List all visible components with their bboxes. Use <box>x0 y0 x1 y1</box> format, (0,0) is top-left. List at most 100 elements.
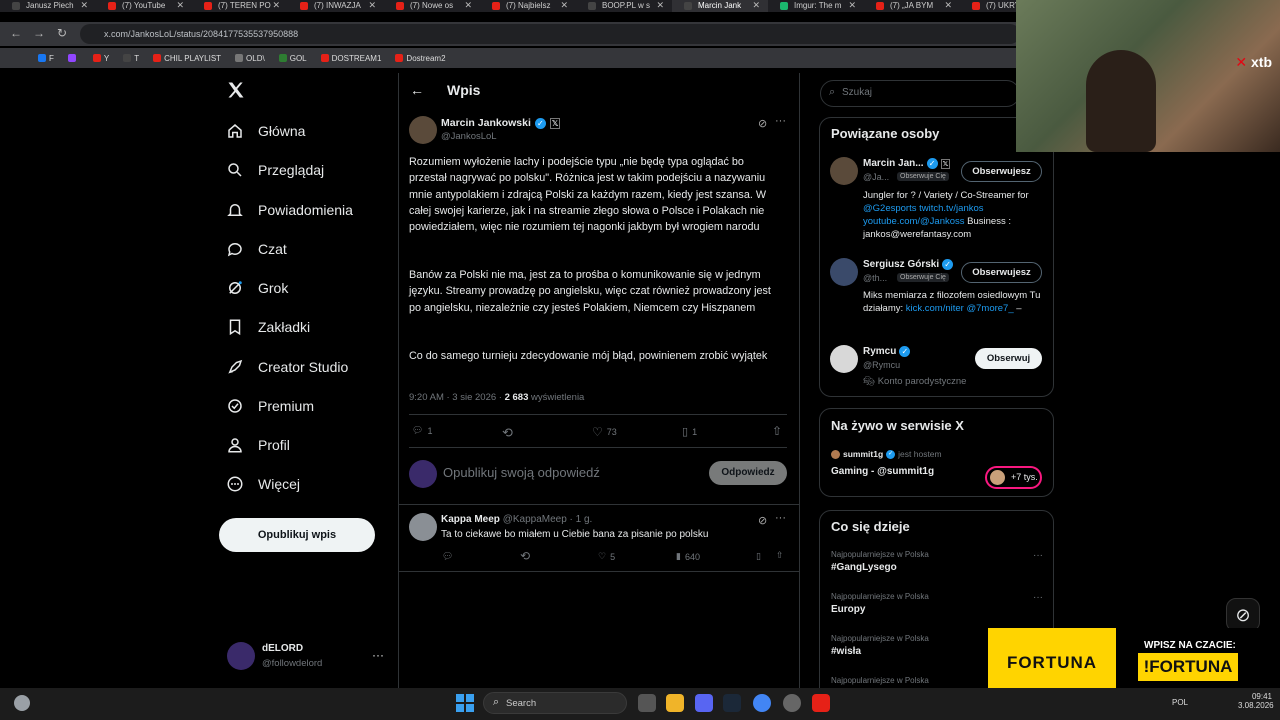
retweet-button[interactable]: ⟲ <box>502 425 513 441</box>
person-name[interactable]: Rymcu <box>863 346 896 357</box>
browser-tab[interactable]: (7) YouTube ✕ <box>96 0 192 12</box>
browser-tab[interactable]: Janusz Piech ✕ <box>0 0 96 12</box>
reply-share-button[interactable]: ⇧ <box>776 550 784 561</box>
file-explorer-icon[interactable] <box>666 694 684 712</box>
browser-tab[interactable]: (7) TEREN PO ✕ <box>192 0 288 12</box>
bio-links[interactable]: kick.com/niter @7more7_ <box>906 303 1014 314</box>
tab-close-icon[interactable]: ✕ <box>368 0 376 11</box>
x-logo-icon[interactable] <box>226 80 246 105</box>
browser-tab[interactable]: BOOP.PL w s ✕ <box>576 0 672 12</box>
author-avatar[interactable] <box>409 116 437 144</box>
app-icon[interactable] <box>812 694 830 712</box>
browser-tab[interactable]: (7) „JA BYM ✕ <box>864 0 960 12</box>
bookmark-item[interactable]: T <box>123 54 139 63</box>
reply-avatar[interactable] <box>409 513 437 541</box>
tab-close-icon[interactable]: ✕ <box>656 0 664 11</box>
nav-item-chat[interactable]: Czat <box>226 236 287 262</box>
nav-item-profile[interactable]: Profil <box>226 432 290 458</box>
host-name[interactable]: summit1g <box>843 449 883 459</box>
post-button[interactable]: Opublikuj wpis <box>219 518 375 552</box>
follow-button[interactable]: Obserwuj <box>975 348 1042 369</box>
browser-tab[interactable]: (7) INWAZJA ✕ <box>288 0 384 12</box>
nav-item-bookmark[interactable]: Zakładki <box>226 314 310 340</box>
reply-button[interactable]: 💬︎ 1 <box>412 425 432 436</box>
nav-item-rocket[interactable]: Creator Studio <box>226 354 348 380</box>
following-button[interactable]: Obserwujesz <box>961 161 1042 182</box>
settings-icon[interactable] <box>783 694 801 712</box>
bookmark-button[interactable]: ▯ 1 <box>682 425 697 438</box>
grok-explain-icon[interactable]: ⊘ <box>758 117 767 130</box>
listeners-badge[interactable]: +7 tys. <box>985 466 1042 489</box>
reply-grok-icon[interactable]: ⊘ <box>758 514 767 527</box>
forward-icon[interactable]: → <box>33 26 45 40</box>
language-indicator[interactable]: POL <box>1172 698 1188 707</box>
nav-item-more[interactable]: Więcej <box>226 471 300 497</box>
tab-close-icon[interactable]: ✕ <box>752 0 760 11</box>
bookmark-item[interactable]: GOL <box>278 54 307 63</box>
reply-submit-button[interactable]: Odpowiedz <box>709 461 787 485</box>
person-avatar[interactable] <box>830 157 858 185</box>
reply-input[interactable]: Opublikuj swoją odpowiedź <box>443 465 600 480</box>
discord-icon[interactable] <box>695 694 713 712</box>
tweet-more-icon[interactable]: ··· <box>775 115 786 127</box>
reload-icon[interactable]: ↻ <box>57 26 67 40</box>
person-name[interactable]: Marcin Jan... <box>863 158 924 169</box>
following-button[interactable]: Obserwujesz <box>961 262 1042 283</box>
bookmark-item[interactable]: F <box>38 54 54 63</box>
grok-floating-button[interactable]: ⊘ <box>1226 598 1260 632</box>
tab-close-icon[interactable]: ✕ <box>272 0 280 11</box>
nav-item-grok[interactable]: Grok <box>226 275 288 301</box>
back-arrow-icon[interactable]: ← <box>410 82 424 98</box>
tab-close-icon[interactable]: ✕ <box>848 0 856 11</box>
chrome-icon[interactable] <box>753 694 771 712</box>
nav-item-bell[interactable]: Powiadomienia <box>226 197 353 223</box>
person-avatar[interactable] <box>830 345 858 373</box>
bookmark-item[interactable]: CHIL PLAYLIST <box>153 54 221 63</box>
bookmark-item[interactable]: OLD\ <box>235 54 265 63</box>
tab-close-icon[interactable]: ✕ <box>944 0 952 11</box>
account-avatar[interactable] <box>227 642 255 670</box>
trend-item[interactable]: Najpopularniejsze w Polska #GangLysego ··· <box>831 550 1043 573</box>
reply-retweet-button[interactable]: ⟲ <box>520 549 530 563</box>
browser-tab[interactable]: (7) Nowe os ✕ <box>384 0 480 12</box>
premium-icon <box>228 399 242 413</box>
url-field[interactable]: x.com/JankosLoL/status/20841775355379508… <box>80 24 1020 44</box>
reply-reply-button[interactable]: 💬︎ <box>442 551 453 562</box>
reply-more-icon[interactable]: ··· <box>775 512 786 524</box>
clock[interactable]: 09:41 3.08.2026 <box>1238 692 1274 710</box>
like-button[interactable]: ♡ 73 <box>592 425 617 439</box>
windows-start-icon[interactable] <box>456 694 474 712</box>
reply-bookmark-button[interactable]: ▯ <box>756 551 761 562</box>
bookmark-item[interactable] <box>67 54 79 62</box>
tab-close-icon[interactable]: ✕ <box>560 0 568 11</box>
trend-item[interactable]: Najpopularniejsze w Polska Europy ··· <box>831 592 1043 615</box>
trend-more-icon[interactable]: ··· <box>1033 550 1043 561</box>
taskbar-search[interactable]: ⌕ Search <box>483 692 627 714</box>
tab-close-icon[interactable]: ✕ <box>464 0 472 11</box>
bookmark-item[interactable]: Y <box>92 54 109 63</box>
browser-tab[interactable]: (7) Najbielsz ✕ <box>480 0 576 12</box>
nav-item-premium[interactable]: Premium <box>226 393 314 419</box>
reply-author[interactable]: Kappa Meep <box>441 514 500 525</box>
space-title[interactable]: Gaming - @summit1g <box>831 466 934 477</box>
browser-tab[interactable]: Imgur: The m ✕ <box>768 0 864 12</box>
account-more-icon[interactable]: ··· <box>372 648 384 662</box>
steam-icon[interactable] <box>723 694 741 712</box>
trend-more-icon[interactable]: ··· <box>1033 592 1043 603</box>
reply-like-button[interactable]: ♡ 5 <box>598 551 615 562</box>
nav-item-home[interactable]: Główna <box>226 118 305 144</box>
browser-tab[interactable]: Marcin Jank ✕ <box>672 0 768 12</box>
task-view-icon[interactable] <box>638 694 656 712</box>
back-icon[interactable]: ← <box>10 26 22 40</box>
tab-favicon-icon <box>300 2 308 10</box>
tab-close-icon[interactable]: ✕ <box>176 0 184 11</box>
nav-item-search[interactable]: Przeglądaj <box>226 157 324 183</box>
person-avatar[interactable] <box>830 258 858 286</box>
weather-icon[interactable] <box>14 695 30 711</box>
share-button[interactable]: ⇧ <box>772 424 782 438</box>
bookmark-item[interactable]: Dostream2 <box>395 54 446 63</box>
person-name[interactable]: Sergiusz Górski <box>863 259 939 270</box>
tab-close-icon[interactable]: ✕ <box>80 0 88 11</box>
bookmark-item[interactable]: DOSTREAM1 <box>320 54 381 63</box>
author-name[interactable]: Marcin Jankowski <box>441 117 531 129</box>
